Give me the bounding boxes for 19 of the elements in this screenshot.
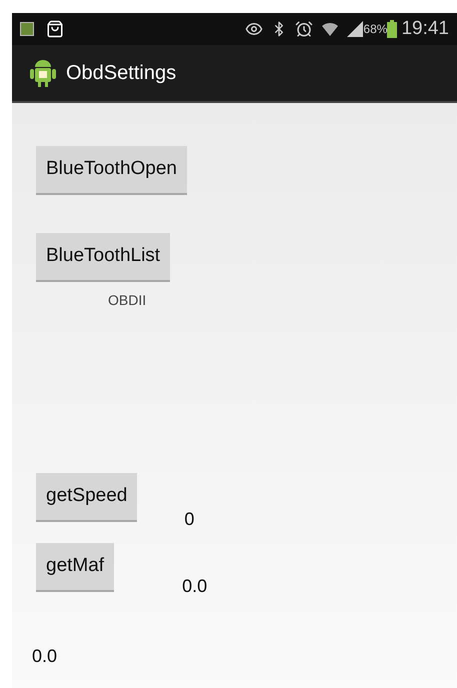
android-icon [30, 59, 56, 87]
get-maf-button[interactable]: getMaf [36, 543, 114, 592]
signal-icon [347, 21, 364, 37]
eye-icon [245, 20, 264, 38]
battery-percent: 68% [363, 21, 388, 38]
bag-icon [46, 20, 64, 38]
image-icon [20, 22, 34, 36]
battery-icon [387, 20, 398, 38]
result-value: 0.0 [32, 645, 58, 668]
get-speed-button[interactable]: getSpeed [36, 473, 138, 522]
app-title: ObdSettings [66, 61, 176, 86]
clock: 19:41 [401, 16, 449, 41]
device-label: OBDII [108, 291, 148, 310]
alarm-icon [295, 20, 314, 38]
bluetooth-button[interactable]: BlueToothOpen [36, 146, 187, 195]
speed-value: 0 [184, 508, 194, 531]
wifi-icon [321, 20, 340, 38]
bluetooth-button[interactable]: BlueToothList [36, 233, 170, 282]
maf-value: 0.0 [182, 575, 208, 598]
